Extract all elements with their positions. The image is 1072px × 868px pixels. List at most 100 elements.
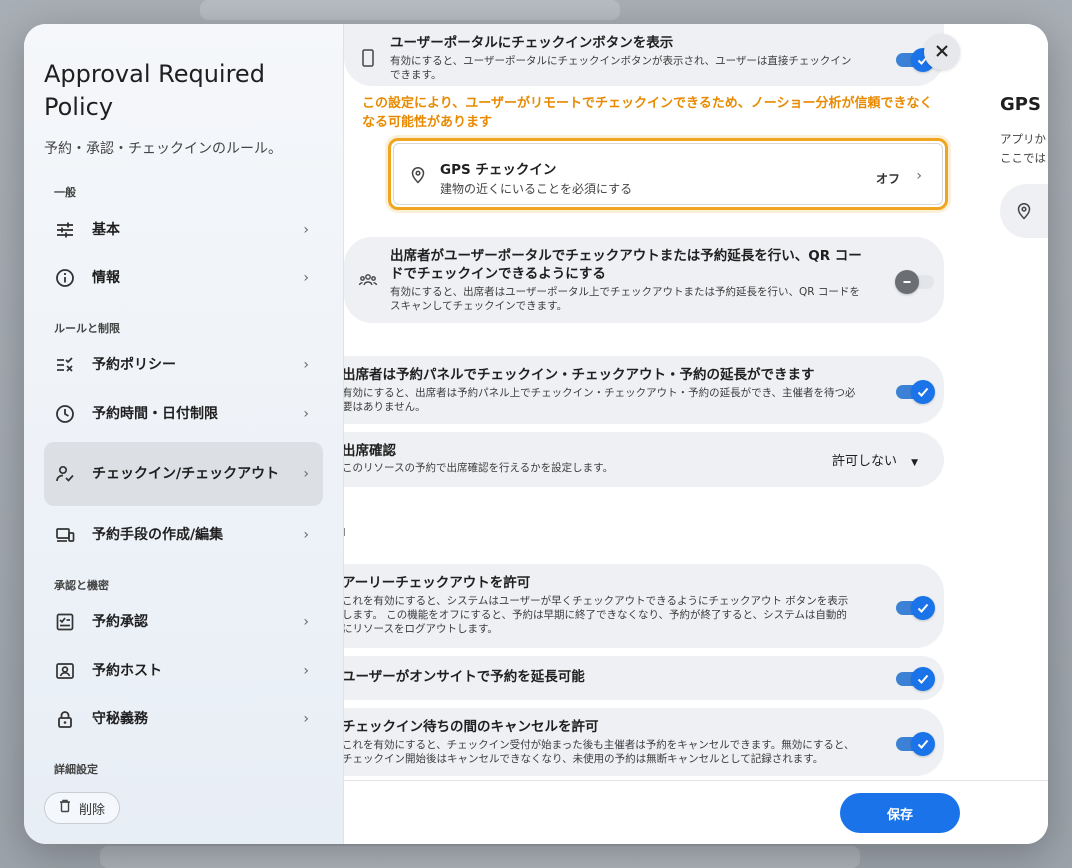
- modal-footer: 保存: [344, 780, 1048, 844]
- setting-desc: 有効にすると、出席者はユーザーポータル上でチェックアウトまたは予約延長を行い、Q…: [390, 286, 860, 298]
- phone-icon: [358, 48, 378, 68]
- setting-title: 出席者は予約パネルでチェックイン・チェックアウト・予約の延長ができます: [344, 367, 815, 383]
- sidebar-item-label: チェックイン/チェックアウト: [92, 466, 280, 482]
- close-icon: [935, 43, 949, 62]
- setting-title: ドでチェックインできるようにする: [390, 266, 606, 282]
- setting-desc: 有効にすると、ユーザーポータルにチェックインボタンが表示され、ユーザーは直接チェ…: [390, 55, 852, 67]
- close-button[interactable]: [924, 34, 960, 70]
- group-icon: [358, 270, 378, 290]
- check-icon: [911, 380, 935, 404]
- chevron-right-icon: ›: [303, 614, 309, 630]
- chevron-right-icon: ›: [303, 406, 309, 422]
- backdrop-ghost: [100, 846, 860, 868]
- sidebar-item-label: 基本: [92, 222, 120, 238]
- setting-desc: できます。: [390, 69, 442, 81]
- delete-button[interactable]: 削除: [44, 792, 121, 824]
- minus-icon: [895, 270, 919, 294]
- gps-checkin-inner: GPS チェックイン 建物の近くにいることを必須にする オフ ›: [393, 143, 943, 205]
- location-pin-icon: [410, 166, 426, 188]
- chevron-right-icon: ›: [303, 527, 309, 543]
- policy-title: Approval Required Policy: [44, 60, 265, 121]
- chevron-right-icon: ›: [303, 270, 309, 286]
- setting-desc: 有効にすると、出席者は予約パネル上でチェックイン・チェックアウト・予約の延長がで…: [344, 387, 856, 399]
- setting-early-checkout: アーリーチェックアウトを許可 これを有効にすると、システムはユーザーが早くチェッ…: [344, 564, 944, 648]
- gps-desc: 建物の近くにいることを必須にする: [440, 182, 633, 196]
- approval-icon: [54, 611, 76, 633]
- setting-portal-checkin: ユーザーポータルにチェックインボタンを表示 有効にすると、ユーザーポータルにチェ…: [344, 24, 944, 86]
- chevron-right-icon: ›: [303, 711, 309, 727]
- setting-desc: これを有効にすると、チェックイン受付が始まった後も主催者は予約をキャンセルできま…: [344, 739, 855, 751]
- attendance-select[interactable]: 許可しない ▼: [832, 450, 918, 469]
- chevron-right-icon: ›: [303, 357, 309, 373]
- sidebar-item-booking-methods[interactable]: 予約手段の作成/編集 ›: [44, 512, 323, 558]
- backdrop-ghost: [200, 0, 620, 20]
- sidebar-item-info[interactable]: 情報 ›: [44, 255, 323, 301]
- cancel-pending-toggle[interactable]: [896, 732, 935, 756]
- peek-title: GPS チ: [1000, 94, 1048, 115]
- attendance-select-value: 許可しない: [832, 454, 898, 469]
- setting-title: ユーザーがオンサイトで予約を延長可能: [344, 669, 585, 685]
- peek-desc: アプリか ここでは: [1000, 130, 1046, 168]
- lock-icon: [54, 708, 76, 730]
- chevron-right-icon: ›: [303, 222, 309, 238]
- sidebar: Approval Required Policy 予約・承認・チェックインのルー…: [24, 24, 344, 844]
- checklist-icon: [54, 354, 76, 376]
- sidebar-item-label: 守秘義務: [92, 711, 148, 727]
- clock-icon: [54, 403, 76, 425]
- chevron-right-icon: ›: [303, 663, 309, 679]
- check-icon: [911, 596, 935, 620]
- chevron-right-icon: ›: [916, 168, 922, 184]
- devices-icon: [54, 524, 76, 546]
- info-icon: [54, 267, 76, 289]
- sidebar-item-booking-host[interactable]: 予約ホスト ›: [44, 648, 323, 694]
- check-icon: [911, 732, 935, 756]
- setting-title: アーリーチェックアウトを許可: [344, 575, 531, 591]
- setting-desc: します。 この機能をオフにすると、予約は早期に終了できなくなり、予約が終了すると…: [344, 609, 847, 621]
- save-button[interactable]: 保存: [840, 793, 960, 833]
- gps-title: GPS チェックイン: [440, 162, 557, 178]
- setting-cancel-pending: チェックイン待ちの間のキャンセルを許可 これを有効にすると、チェックイン受付が始…: [344, 708, 944, 776]
- attendee-panel-toggle[interactable]: [896, 380, 935, 404]
- section-rules: ルールと制限: [54, 322, 120, 335]
- policy-subtitle: 予約・承認・チェックインのルール。: [44, 141, 282, 157]
- gps-detail-panel-peek: GPS チ アプリか ここでは: [984, 24, 1048, 780]
- section-approval: 承認と機密: [54, 579, 109, 592]
- setting-desc: このリソースの予約で出席確認を行えるかを設定します。: [344, 462, 614, 474]
- sidebar-item-label: 予約手段の作成/編集: [92, 527, 224, 543]
- host-icon: [54, 660, 76, 682]
- sidebar-item-booking-policy[interactable]: 予約ポリシー ›: [44, 342, 323, 388]
- sidebar-item-label: 予約時間・日付制限: [92, 406, 218, 422]
- trash-icon: [59, 799, 71, 817]
- extend-onsite-toggle[interactable]: [896, 667, 935, 691]
- gps-checkin-row[interactable]: GPS チェックイン 建物の近くにいることを必須にする オフ ›: [388, 138, 948, 210]
- peek-card[interactable]: [1000, 184, 1048, 238]
- attendee-portal-toggle[interactable]: [895, 270, 934, 294]
- caret-down-icon: ▼: [911, 458, 919, 468]
- setting-title: 出席確認: [344, 443, 396, 459]
- setting-extend-onsite: ユーザーがオンサイトで予約を延長可能: [344, 656, 944, 700]
- section-advanced: 詳細設定: [54, 763, 98, 776]
- location-pin-icon: [1016, 202, 1032, 224]
- sidebar-item-time-limits[interactable]: 予約時間・日付制限 ›: [44, 391, 323, 437]
- sidebar-item-label: 予約ホスト: [92, 663, 162, 679]
- check-icon: [911, 667, 935, 691]
- section-heading-fragment: ı: [344, 524, 346, 540]
- sidebar-item-checkin-checkout[interactable]: チェックイン/チェックアウト ›: [44, 442, 323, 506]
- setting-title: ユーザーポータルにチェックインボタンを表示: [390, 35, 674, 51]
- main-content: ユーザーポータルにチェックインボタンを表示 有効にすると、ユーザーポータルにチェ…: [344, 24, 1048, 844]
- setting-desc: にリソースをログアウトします。: [344, 623, 498, 635]
- sliders-icon: [54, 219, 76, 241]
- setting-attendee-portal: 出席者がユーザーポータルでチェックアウトまたは予約延長を行い、QR コー ドでチ…: [344, 237, 944, 323]
- sidebar-item-label: 情報: [92, 270, 120, 286]
- sidebar-item-confidentiality[interactable]: 守秘義務 ›: [44, 696, 323, 742]
- person-check-icon: [54, 463, 76, 485]
- peek-desc-line: アプリか: [1000, 132, 1046, 146]
- sidebar-item-booking-approval[interactable]: 予約承認 ›: [44, 599, 323, 645]
- early-checkout-toggle[interactable]: [896, 596, 935, 620]
- sidebar-item-label: 予約承認: [92, 614, 148, 630]
- policy-modal: Approval Required Policy 予約・承認・チェックインのルー…: [24, 24, 1048, 844]
- sidebar-item-basic[interactable]: 基本 ›: [44, 207, 323, 253]
- setting-desc: スキャンしてチェックインできます。: [390, 300, 568, 312]
- peek-desc-line: ここでは: [1000, 151, 1046, 165]
- delete-label: 削除: [79, 802, 106, 818]
